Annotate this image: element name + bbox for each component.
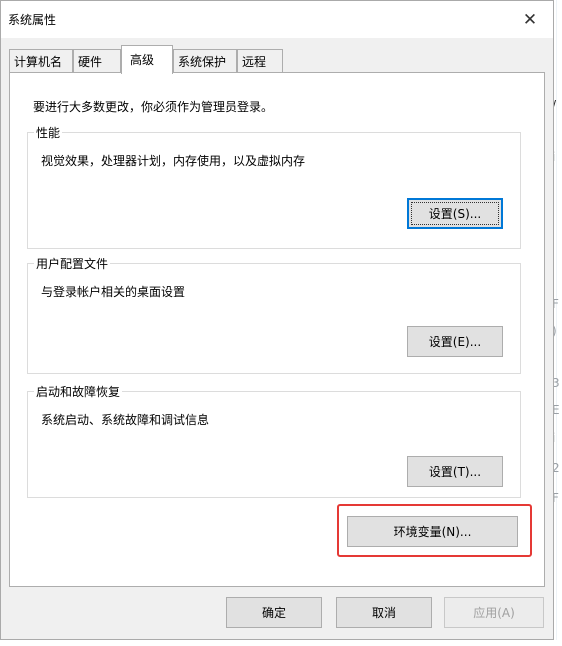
performance-settings-button[interactable]: 设置(S)... <box>407 198 503 229</box>
user-profiles-group: 用户配置文件 与登录帐户相关的桌面设置 设置(E)... <box>27 255 521 374</box>
startup-recovery-description: 系统启动、系统故障和调试信息 <box>41 413 210 427</box>
user-profiles-settings-button[interactable]: 设置(E)... <box>407 326 503 357</box>
tab-remote[interactable]: 远程 <box>237 49 283 73</box>
close-button[interactable]: ✕ <box>507 1 553 38</box>
performance-title: 性能 <box>34 124 63 141</box>
tab-system-protection[interactable]: 系统保护 <box>173 49 237 73</box>
cancel-button[interactable]: 取消 <box>336 597 432 628</box>
ok-button[interactable]: 确定 <box>226 597 322 628</box>
apply-button[interactable]: 应用(A) <box>444 597 544 628</box>
title-bar[interactable]: 系统属性 ✕ <box>1 1 553 38</box>
startup-recovery-group: 启动和故障恢复 系统启动、系统故障和调试信息 设置(T)... <box>27 383 521 498</box>
startup-recovery-settings-button[interactable]: 设置(T)... <box>407 456 503 487</box>
performance-group: 性能 视觉效果，处理器计划，内存使用，以及虚拟内存 设置(S)... <box>27 124 521 249</box>
highlight-box <box>337 504 532 557</box>
admin-notice: 要进行大多数更改，你必须作为管理员登录。 <box>33 100 274 114</box>
tab-advanced[interactable]: 高级 <box>121 45 173 74</box>
tab-computer-name[interactable]: 计算机名 <box>9 49 73 73</box>
startup-recovery-title: 启动和故障恢复 <box>34 383 123 400</box>
background-window-edge <box>556 0 557 640</box>
performance-description: 视觉效果，处理器计划，内存使用，以及虚拟内存 <box>41 154 306 168</box>
tab-hardware[interactable]: 硬件 <box>73 49 121 73</box>
user-profiles-description: 与登录帐户相关的桌面设置 <box>41 285 186 299</box>
close-icon: ✕ <box>522 9 538 30</box>
window-title: 系统属性 <box>8 13 57 27</box>
user-profiles-title: 用户配置文件 <box>34 255 111 272</box>
